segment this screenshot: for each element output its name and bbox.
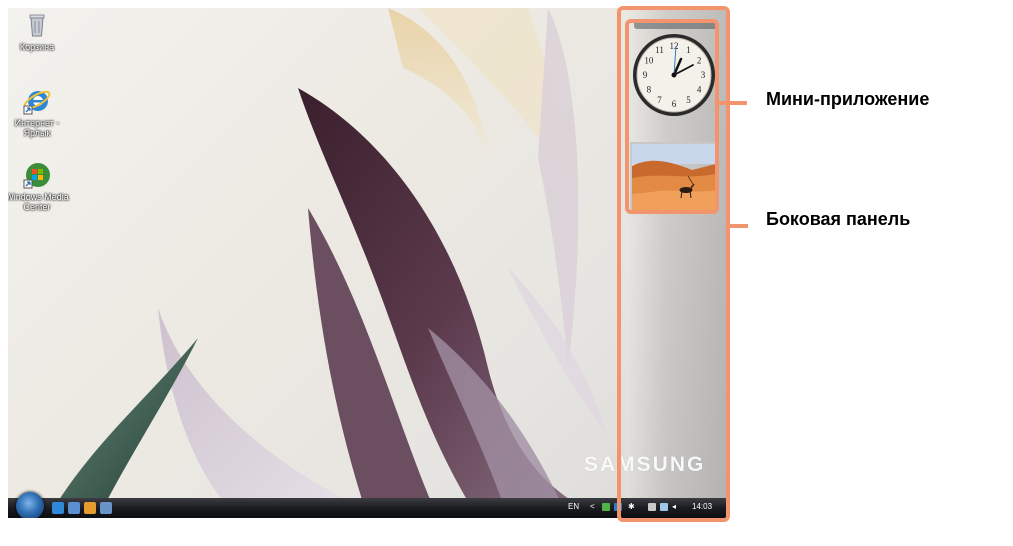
sidebar-callout: Боковая панель xyxy=(766,209,911,229)
sidebar-leader-line xyxy=(730,224,748,228)
gadget-leader-line xyxy=(719,101,747,105)
language-indicator[interactable]: EN xyxy=(568,502,579,511)
tray-expand-icon[interactable]: < xyxy=(590,502,595,511)
desktop-icon-label: Корзина xyxy=(19,42,55,52)
desktop-icon-media-center[interactable]: Windows Media Center xyxy=(8,160,69,212)
desktop-icon-label: Windows Media Center xyxy=(8,192,69,212)
figure: Корзина Интернет - Ярлык Windows Media C… xyxy=(0,0,1013,546)
windows-media-center-icon xyxy=(23,163,50,189)
recycle-bin-icon xyxy=(29,14,45,37)
quick-launch-media-icon[interactable] xyxy=(84,502,96,514)
quick-launch-switch-icon[interactable] xyxy=(100,502,112,514)
quick-launch-ie-icon[interactable] xyxy=(52,502,64,514)
internet-explorer-icon xyxy=(23,90,51,115)
gadget-highlight xyxy=(625,19,719,214)
quick-launch-desktop-icon[interactable] xyxy=(68,502,80,514)
desktop-icon-internet[interactable]: Интернет - Ярлык xyxy=(8,86,69,138)
gadget-callout: Мини-приложение xyxy=(766,89,930,109)
desktop-icon-recycle-bin[interactable]: Корзина xyxy=(8,10,69,52)
desktop-icon-label: Интернет - Ярлык xyxy=(14,118,60,138)
start-button[interactable] xyxy=(16,492,44,518)
security-icon[interactable] xyxy=(602,503,610,511)
